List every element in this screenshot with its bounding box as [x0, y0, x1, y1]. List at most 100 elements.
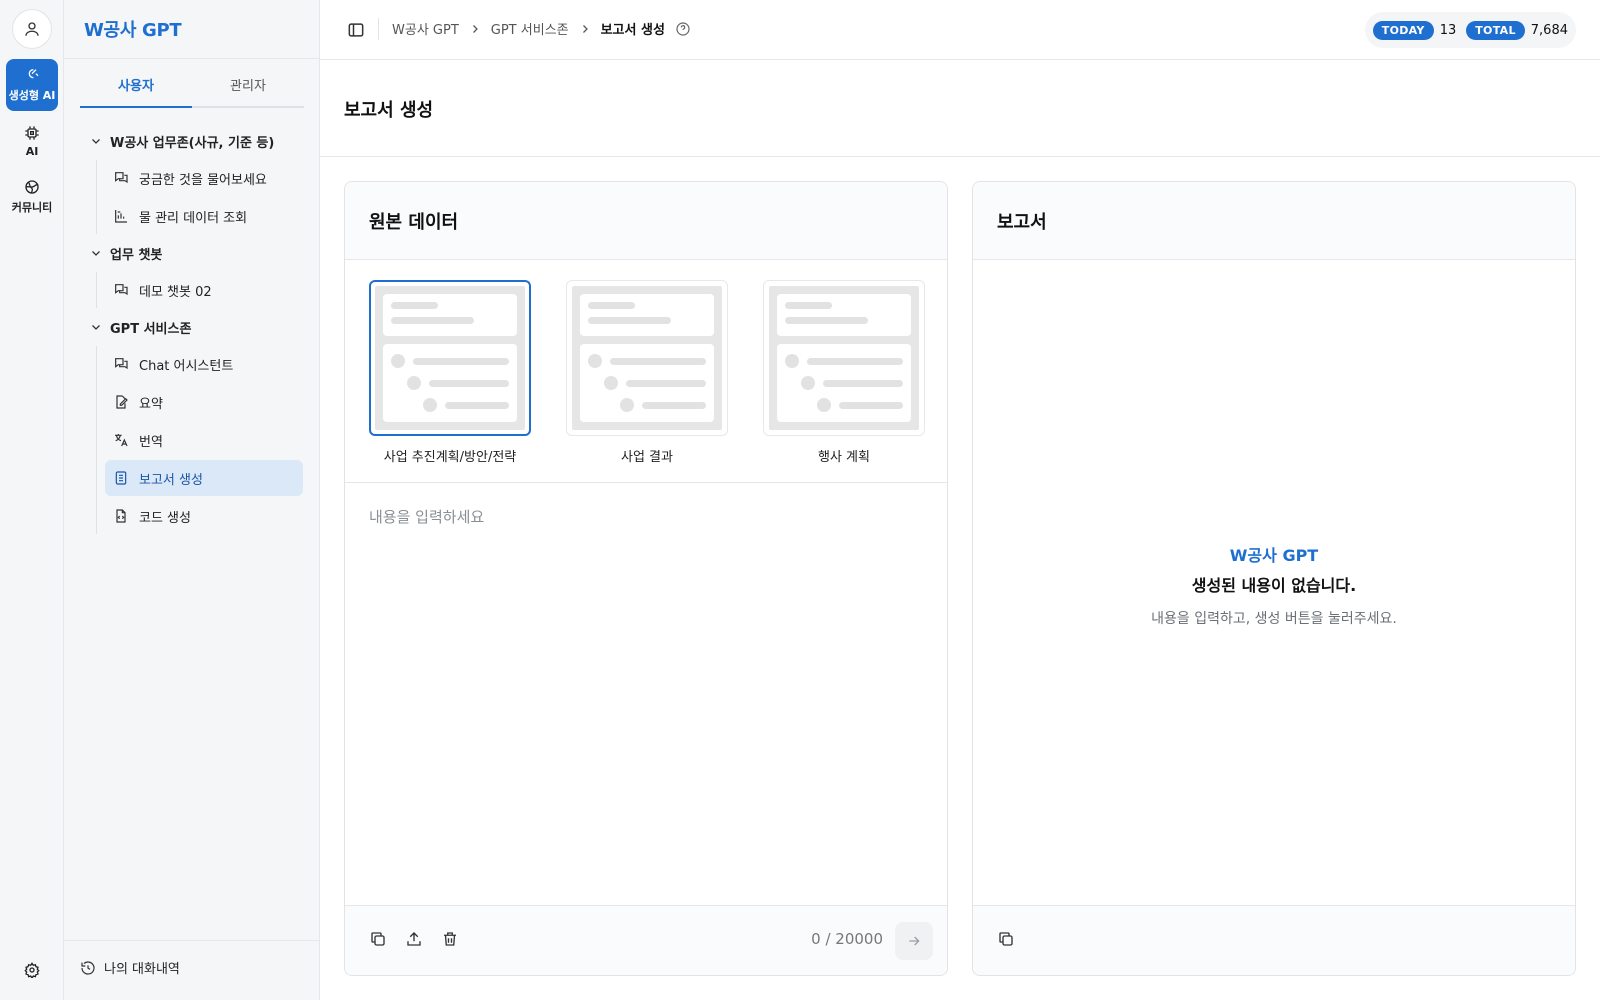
template-business-result[interactable]: 사업 결과 — [566, 280, 728, 465]
rail-item-generative-ai[interactable]: 생성형 AI — [6, 59, 58, 111]
role-tabs: 사용자 관리자 — [80, 70, 304, 108]
breadcrumb-item[interactable]: GPT 서비스존 — [491, 19, 569, 38]
sparkle-brain-icon — [28, 69, 39, 79]
total-count: 7,684 — [1530, 22, 1568, 38]
arrow-right-icon — [909, 936, 920, 946]
today-count: 13 — [1439, 22, 1457, 38]
nav-group-w-business-zone[interactable]: W공사 업무존(사규, 기준 등) — [80, 124, 308, 158]
copy-button[interactable] — [369, 930, 387, 948]
nav-group-work-chatbot[interactable]: 업무 챗봇 — [80, 236, 308, 270]
chat-bubbles-icon — [115, 284, 128, 296]
chevron-down-icon — [92, 139, 100, 144]
sidebar-item-code-generation[interactable]: 코드 생성 — [105, 498, 303, 534]
nav-group-children: 데모 챗봇 02 — [96, 272, 308, 308]
breadcrumb-item[interactable]: W공사 GPT — [392, 19, 459, 38]
panel-title: 원본 데이터 — [369, 212, 459, 233]
nav-tree: W공사 업무존(사규, 기준 등) 궁금한 것을 물어보세요 물 관리 데이터 … — [80, 124, 308, 536]
sidebar-item-label: Chat 어시스턴트 — [139, 358, 234, 374]
empty-state-subtitle: 내용을 입력하고, 생성 버튼을 눌러주세요. — [1151, 611, 1397, 627]
sidebar-item-summary[interactable]: 요약 — [105, 384, 303, 420]
panel-title: 보고서 — [997, 212, 1047, 233]
copy-icon — [371, 932, 385, 946]
sidebar-item-label: 보고서 생성 — [139, 472, 203, 488]
rail-item-label: AI — [25, 144, 39, 158]
char-count: 0 / 20000 — [811, 930, 883, 948]
settings-button[interactable] — [22, 960, 42, 980]
chevron-right-icon — [472, 24, 478, 33]
breadcrumb-current: 보고서 생성 — [600, 23, 665, 38]
avatar[interactable] — [12, 9, 52, 49]
template-label: 행사 계획 — [818, 450, 870, 465]
sidebar-item-chat-assistant[interactable]: Chat 어시스턴트 — [105, 346, 303, 382]
upload-button[interactable] — [405, 930, 423, 948]
sidebar-item-label: 데모 챗봇 02 — [139, 284, 212, 300]
divider — [64, 940, 320, 941]
code-file-icon — [116, 509, 126, 523]
chevron-right-icon — [582, 24, 588, 33]
tab-admin[interactable]: 관리자 — [192, 70, 304, 106]
sidebar-item-ask-question[interactable]: 궁금한 것을 물어보세요 — [105, 160, 303, 196]
rail-item-label: 생성형 AI — [8, 89, 56, 102]
sidebar-toggle-icon[interactable] — [346, 20, 366, 40]
sidebar-item-translate[interactable]: 번역 — [105, 422, 303, 458]
sidebar-item-label: 요약 — [139, 396, 163, 412]
sidebar-item-report-generation[interactable]: 보고서 생성 — [105, 460, 303, 496]
translate-icon — [115, 434, 128, 447]
chevron-down-icon — [92, 325, 100, 330]
chip-icon — [25, 125, 39, 140]
trash-icon — [444, 932, 456, 946]
gear-icon — [24, 962, 40, 978]
nav-group-gpt-service-zone[interactable]: GPT 서비스존 — [80, 310, 308, 344]
rail-item-ai[interactable]: AI — [6, 115, 58, 167]
sidebar-item-water-data[interactable]: 물 관리 데이터 조회 — [105, 198, 303, 234]
data-chart-icon — [115, 210, 127, 223]
history-label: 나의 대화내역 — [104, 962, 180, 977]
nav-group-label: GPT 서비스존 — [110, 321, 192, 337]
template-label: 사업 결과 — [621, 450, 673, 465]
report-panel: 보고서 W공사 GPT 생성된 내용이 없습니다. 내용을 입력하고, 생성 버… — [972, 181, 1576, 976]
total-badge: TOTAL — [1466, 20, 1525, 40]
user-icon — [25, 22, 39, 36]
panel-footer — [973, 905, 1575, 975]
brand-logo[interactable]: W공사 GPT — [84, 16, 182, 42]
rail-item-community[interactable]: 커뮤니티 — [6, 171, 58, 223]
my-history-link[interactable]: 나의 대화내역 — [80, 958, 180, 977]
template-event-plan[interactable]: 행사 계획 — [763, 280, 925, 465]
source-data-panel: 원본 데이터 사업 추진계획/방안/전략 사업 결과 행사 계획 내용을 입력하… — [344, 181, 948, 976]
nav-group-label: 업무 챗봇 — [110, 247, 163, 263]
copy-icon — [999, 932, 1013, 946]
sidebar-item-label: 물 관리 데이터 조회 — [139, 210, 248, 226]
template-business-plan[interactable]: 사업 추진계획/방안/전략 — [369, 280, 531, 465]
delete-button[interactable] — [441, 930, 459, 948]
sidebar-item-demo-chatbot[interactable]: 데모 챗봇 02 — [105, 272, 303, 308]
top-header: W공사 GPT GPT 서비스존 보고서 생성 TODAY 13 TOTAL 7… — [320, 0, 1600, 60]
template-thumbnail — [566, 280, 728, 436]
template-label: 사업 추진계획/방안/전략 — [383, 450, 517, 465]
sidebar-item-label: 코드 생성 — [139, 510, 191, 526]
report-actions — [997, 930, 1015, 948]
nav-group-children: Chat 어시스턴트 요약 번역 보고서 생성 코드 생성 — [96, 346, 308, 534]
breadcrumb: W공사 GPT GPT 서비스존 보고서 생성 — [392, 19, 691, 38]
nav-group-children: 궁금한 것을 물어보세요 물 관리 데이터 조회 — [96, 160, 308, 234]
generate-button[interactable] — [895, 922, 933, 960]
chat-bubbles-icon — [115, 172, 128, 184]
template-thumbnail — [763, 280, 925, 436]
rail-item-label: 커뮤니티 — [11, 201, 53, 214]
total-counter: TOTAL 7,684 — [1466, 20, 1568, 40]
help-circle-icon[interactable] — [675, 21, 691, 37]
report-icon — [115, 471, 127, 485]
sidebar-item-label: 궁금한 것을 물어보세요 — [139, 172, 267, 188]
divider — [320, 156, 1600, 157]
panel-header: 보고서 — [973, 182, 1575, 260]
nav-group-label: W공사 업무존(사규, 기준 등) — [110, 135, 275, 151]
content-input[interactable] — [369, 506, 925, 886]
empty-state-title: 생성된 내용이 없습니다. — [1191, 576, 1357, 595]
empty-state: W공사 GPT 생성된 내용이 없습니다. 내용을 입력하고, 생성 버튼을 눌… — [973, 542, 1575, 628]
history-icon — [81, 960, 95, 975]
icon-rail: 생성형 AI AI 커뮤니티 — [0, 0, 64, 1000]
panel-header: 원본 데이터 — [345, 182, 947, 260]
chat-bubbles-icon — [115, 358, 128, 370]
copy-report-button[interactable] — [997, 930, 1015, 948]
tab-user[interactable]: 사용자 — [80, 70, 192, 108]
usage-counters: TODAY 13 TOTAL 7,684 — [1364, 12, 1576, 48]
